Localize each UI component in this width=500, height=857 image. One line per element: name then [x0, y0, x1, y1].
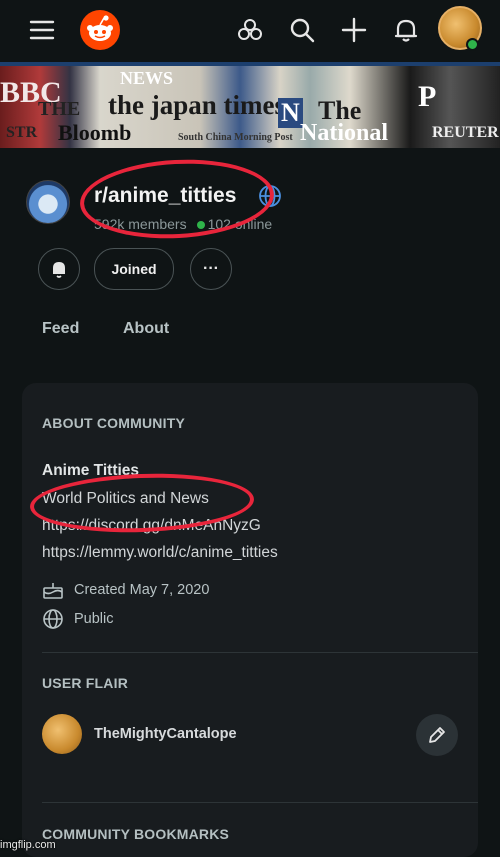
about-heading: ABOUT COMMUNITY	[42, 415, 185, 431]
online-status-dot	[466, 38, 479, 51]
community-bookmarks-heading: COMMUNITY BOOKMARKS	[42, 826, 230, 842]
banner-word: THE	[38, 98, 81, 120]
divider	[42, 652, 478, 653]
tab-about[interactable]: About	[123, 320, 169, 338]
bell-icon	[53, 262, 65, 278]
banner-word: P	[418, 80, 437, 113]
search-icon[interactable]	[284, 12, 320, 48]
banner-word: Bloomb	[58, 120, 132, 145]
visibility-row: Public	[42, 608, 114, 630]
reddit-logo[interactable]	[80, 10, 120, 50]
banner-word: STR	[6, 124, 38, 141]
pencil-icon	[429, 727, 445, 743]
lemmy-link[interactable]: https://lemmy.world/c/anime_titties	[42, 544, 278, 562]
cake-icon	[43, 583, 63, 599]
edit-flair-button[interactable]	[416, 714, 458, 756]
flair-username: TheMightyCantalope	[94, 726, 237, 742]
created-date: Created May 7, 2020	[74, 582, 210, 598]
divider	[42, 802, 478, 803]
notification-bell-button[interactable]	[38, 248, 80, 290]
plus-icon[interactable]	[336, 12, 372, 48]
banner-word: the japan times	[108, 90, 285, 120]
user-flair-heading: USER FLAIR	[42, 675, 128, 691]
watermark: imgflip.com	[0, 839, 56, 851]
community-banner: BBC THE STR Bloomb the japan times N The…	[0, 62, 500, 148]
globe-icon	[43, 609, 63, 629]
community-avatar	[26, 180, 70, 224]
flair-avatar	[42, 714, 82, 754]
created-row: Created May 7, 2020	[42, 580, 209, 600]
chat-icon[interactable]	[232, 12, 268, 48]
banner-strip	[0, 62, 500, 66]
banner-word: NEWS	[120, 68, 174, 88]
more-options-button[interactable]: ···	[190, 248, 232, 290]
top-bar	[0, 0, 500, 62]
banner-word: South China Morning Post	[178, 132, 293, 143]
tab-feed[interactable]: Feed	[42, 320, 79, 338]
joined-button[interactable]: Joined	[94, 248, 174, 290]
bell-icon[interactable]	[388, 12, 424, 48]
visibility-label: Public	[74, 611, 114, 627]
menu-icon[interactable]	[24, 12, 60, 48]
banner-word: REUTER	[432, 124, 499, 141]
banner-word: National	[300, 120, 389, 146]
